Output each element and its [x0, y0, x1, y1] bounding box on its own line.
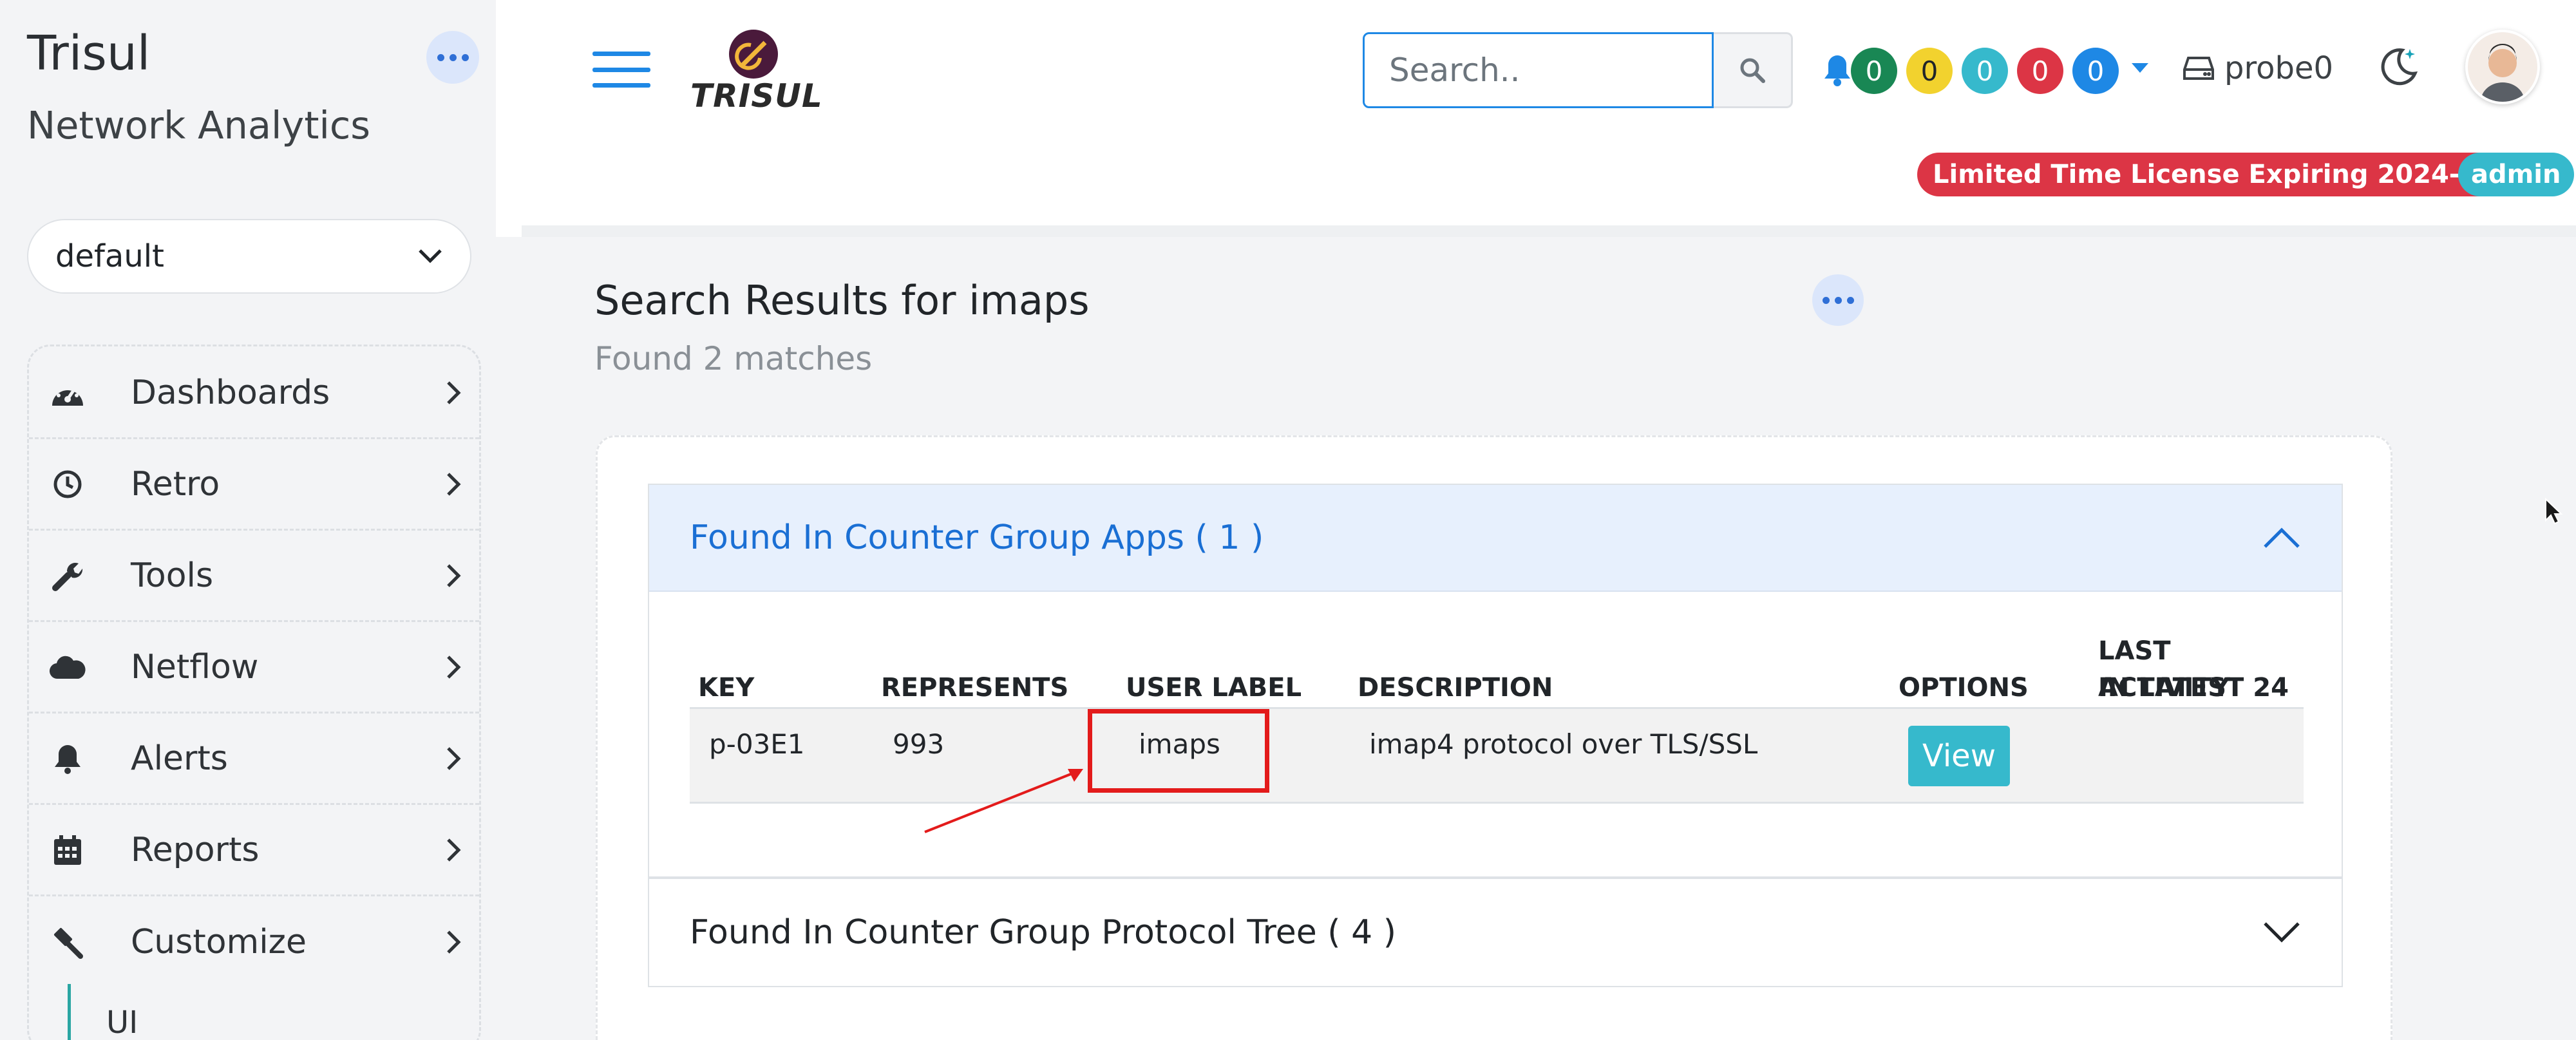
sidebar-item-label: Customize	[131, 923, 307, 961]
sidebar-item-retro[interactable]: Retro	[29, 439, 479, 531]
search-form	[1363, 32, 1793, 108]
user-role-badge: admin	[2458, 153, 2574, 196]
search-button[interactable]	[1714, 32, 1793, 108]
context-select-value: default	[55, 238, 164, 274]
sidebar-item-label: Netflow	[131, 647, 259, 686]
result-group-header[interactable]: Found In Counter Group Apps ( 1 )	[649, 485, 2342, 592]
page-more-button[interactable]	[1812, 274, 1864, 326]
page-subtitle: Found 2 matches	[594, 340, 873, 377]
hard-drive-icon	[2183, 57, 2214, 80]
sidebar-item-label: Dashboards	[131, 373, 330, 412]
sidebar-item-label: Tools	[131, 556, 214, 595]
chevron-right-icon	[447, 472, 461, 496]
dark-mode-moon-icon[interactable]	[2376, 44, 2421, 89]
chevron-down-icon	[2264, 922, 2300, 943]
dot-icon	[1834, 296, 1842, 304]
chevron-up-icon	[2264, 527, 2300, 548]
chevron-right-icon	[447, 746, 461, 770]
probe-label: probe0	[2224, 50, 2334, 86]
sidebar-subitem-ui[interactable]: UI	[68, 984, 454, 1040]
column-header: KEY	[698, 673, 755, 703]
logo-text: TRISUL	[690, 77, 823, 115]
cell-represents: 993	[893, 728, 945, 760]
page-title: Search Results for imaps	[594, 277, 1090, 324]
sidebar-item-label: Reports	[131, 830, 260, 869]
mouse-cursor-icon	[2545, 497, 2563, 525]
view-button[interactable]: View	[1908, 726, 2010, 786]
dot-icon	[1846, 296, 1854, 304]
chevron-right-icon	[447, 655, 461, 679]
dot-icon	[449, 53, 457, 61]
sidebar-item-alerts[interactable]: Alerts	[29, 714, 479, 805]
result-group-apps: Found In Counter Group Apps ( 1 ) KEY RE…	[648, 484, 2343, 878]
annotation-arrow-icon	[924, 769, 1083, 833]
user-avatar-icon	[2468, 32, 2537, 102]
sidebar-item-dashboards[interactable]: Dashboards	[29, 348, 479, 439]
header-divider	[522, 225, 2576, 237]
chevron-right-icon	[447, 563, 461, 587]
calendar-icon	[29, 834, 106, 866]
chevron-right-icon	[447, 381, 461, 404]
dot-icon	[461, 53, 469, 61]
gavel-icon	[29, 925, 106, 959]
sidebar-subitem-label: UI	[106, 1005, 138, 1040]
sidebar-item-reports[interactable]: Reports	[29, 805, 479, 896]
chevron-right-icon	[447, 838, 461, 862]
column-header: OPTIONS	[1899, 673, 2029, 703]
app-title: Trisul	[27, 26, 151, 81]
chevron-right-icon	[447, 931, 461, 954]
notification-bell-icon[interactable]	[1823, 53, 1852, 88]
sidebar-item-label: Alerts	[131, 739, 228, 778]
cloud-icon	[29, 654, 106, 680]
sidebar: Trisul Network Analytics default Dashboa…	[0, 0, 496, 1040]
alert-count-badge[interactable]: 0	[2072, 48, 2119, 94]
column-header: DESCRIPTION	[1358, 673, 1553, 703]
search-input[interactable]	[1363, 32, 1714, 108]
alert-count-badge[interactable]: 0	[1962, 48, 2008, 94]
sidebar-item-tools[interactable]: Tools	[29, 531, 479, 622]
cell-description: imap4 protocol over TLS/SSL	[1369, 728, 1758, 760]
sidebar-item-netflow[interactable]: Netflow	[29, 622, 479, 714]
top-navbar: TRISUL 0 0 0 0 0 probe0 Limited Time Lic…	[496, 0, 2576, 225]
probe-selector[interactable]: probe0	[2182, 50, 2333, 86]
dashboard-gauge-icon	[29, 377, 106, 408]
sidebar-menu: Dashboards Retro Tools Netflow Alerts Re…	[27, 345, 481, 1040]
results-card: Found In Counter Group Apps ( 1 ) KEY RE…	[596, 435, 2392, 1040]
result-group-title: Found In Counter Group Apps ( 1 )	[690, 518, 1264, 557]
clock-icon	[29, 469, 106, 500]
result-group-title: Found In Counter Group Protocol Tree ( 4…	[690, 913, 1396, 952]
hamburger-menu-icon[interactable]	[592, 52, 650, 88]
alert-count-badge[interactable]: 0	[2017, 48, 2063, 94]
result-group-protocol-tree: Found In Counter Group Protocol Tree ( 4…	[648, 878, 2343, 987]
sidebar-item-customize[interactable]: Customize	[29, 896, 479, 988]
column-header: USER LABEL	[1126, 673, 1302, 703]
app-subtitle: Network Analytics	[27, 103, 371, 147]
column-header: REPRESENTS	[881, 673, 1069, 703]
user-avatar[interactable]	[2465, 30, 2540, 104]
alert-count-badge[interactable]: 0	[1851, 48, 1897, 94]
bell-icon	[29, 742, 106, 775]
result-group-header[interactable]: Found In Counter Group Protocol Tree ( 4…	[649, 879, 2342, 986]
wrench-icon	[29, 560, 106, 592]
sidebar-item-label: Retro	[131, 464, 220, 504]
alert-count-badge[interactable]: 0	[1906, 48, 1953, 94]
highlight-annotation-box	[1088, 709, 1269, 793]
search-icon	[1740, 58, 1765, 83]
dot-icon	[1822, 296, 1830, 304]
context-select[interactable]: default	[27, 219, 471, 294]
dot-icon	[437, 53, 444, 61]
caret-down-icon[interactable]	[2132, 63, 2148, 73]
sidebar-more-button[interactable]	[426, 31, 479, 84]
cell-key: p-03E1	[709, 728, 805, 760]
chevron-down-icon	[419, 249, 442, 263]
main-content: Search Results for imaps Found 2 matches…	[496, 237, 2576, 1040]
